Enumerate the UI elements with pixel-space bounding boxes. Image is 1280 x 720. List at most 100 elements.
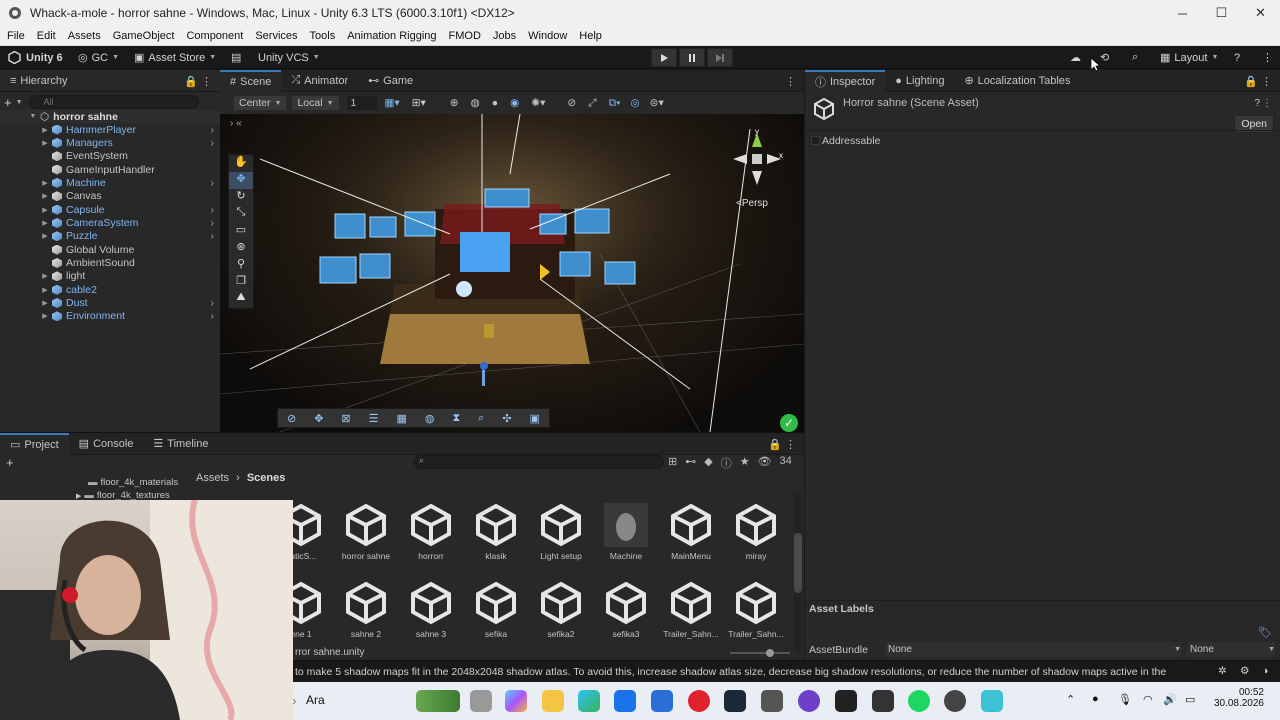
maximize-button[interactable]: ☐ — [1202, 0, 1241, 26]
clock[interactable]: 00:52 30.08.2026 — [1212, 687, 1264, 709]
expand-arrow-icon[interactable]: ▶ — [40, 126, 50, 134]
project-search-input[interactable] — [414, 455, 664, 469]
panel-menu-icon[interactable]: ⋮ — [785, 75, 796, 88]
more-menu-icon[interactable]: ⋮ — [1262, 49, 1273, 66]
hierarchy-item[interactable]: Global Volume — [0, 243, 220, 256]
nav-tool-icon-2[interactable]: ✥ — [314, 412, 323, 425]
tab-console[interactable]: ▤ Console — [69, 433, 144, 455]
menu-edit[interactable]: Edit — [37, 30, 56, 42]
scene-root-row[interactable]: ▼ ⬡ horror sahne — [0, 110, 220, 123]
asset-item[interactable]: sefika — [465, 581, 527, 639]
expand-arrow-icon[interactable]: ▶ — [40, 192, 50, 200]
scene-viewport[interactable]: › « ✋ ✥ ↻ ⤡ ▭ ⊛ ⚲ ❐ ⛰ yx <Persp ⊘ ✥ ⊠ ☰ ▦ ◍ ⧗ ⌕… — [220, 114, 804, 432]
expand-arrow-icon[interactable]: ▶ — [40, 179, 50, 187]
store-icon[interactable] — [614, 690, 636, 712]
grid-visibility-icon[interactable]: ⊞▾ — [412, 97, 426, 109]
asset-store-dropdown[interactable]: ▣ Asset Store ▼ — [134, 49, 216, 66]
notepad-icon[interactable] — [981, 690, 1003, 712]
addressable-checkbox[interactable] — [811, 136, 820, 145]
prefab-open-icon[interactable]: › — [211, 204, 215, 216]
hierarchy-item[interactable]: ▶ Dust › — [0, 297, 220, 310]
menu-help[interactable]: Help — [579, 30, 602, 42]
obs-icon[interactable] — [944, 690, 966, 712]
filter-tag-icon[interactable]: ◆ — [704, 455, 712, 471]
prefab-open-icon[interactable]: › — [211, 217, 215, 229]
icon-size-slider[interactable] — [730, 649, 790, 657]
overlay-toggle[interactable]: › « — [230, 118, 256, 129]
help-icon[interactable]: ? — [1254, 98, 1260, 109]
steam-icon[interactable] — [724, 690, 746, 712]
menu-animation-rigging[interactable]: Animation Rigging — [347, 30, 436, 42]
tab-game[interactable]: ⊷ Game — [358, 70, 423, 92]
pivot-dropdown[interactable]: Center ▼ — [234, 96, 287, 110]
package-icon[interactable]: ▤ — [231, 49, 241, 66]
hierarchy-item[interactable]: ▶ cable2 — [0, 283, 220, 296]
layout-dropdown[interactable]: ▦ Layout ▼ — [1160, 49, 1218, 66]
nav-tool-icon-7[interactable]: ⧗ — [452, 412, 460, 425]
asset-item[interactable]: MainMenu — [660, 503, 722, 561]
github-desktop-icon[interactable] — [798, 690, 820, 712]
prefab-open-icon[interactable]: › — [211, 124, 215, 136]
scrollbar-thumb[interactable] — [794, 533, 802, 593]
asset-item[interactable]: Trailer_Sahn... — [725, 581, 787, 639]
panel-menu-icon[interactable]: ⋮ — [785, 438, 796, 451]
tab-hierarchy[interactable]: ≡ Hierarchy — [0, 70, 78, 92]
move-tool-icon[interactable]: ✥ — [229, 172, 253, 189]
lock-icon[interactable]: 🔒 — [1244, 75, 1258, 88]
settings-icon[interactable]: ⚙ — [1240, 665, 1249, 677]
nav-tool-icon-4[interactable]: ☰ — [369, 412, 379, 425]
spotify-icon[interactable] — [908, 690, 930, 712]
hierarchy-item[interactable]: ▶ Managers › — [0, 136, 220, 149]
create-asset-icon[interactable]: + — [6, 455, 14, 470]
hierarchy-item[interactable]: GameInputHandler — [0, 163, 220, 176]
gc-dropdown[interactable]: ◎ GC ▼ — [78, 49, 119, 66]
visibility-icon[interactable]: ◎ — [631, 97, 640, 109]
asset-item[interactable]: Machine — [595, 503, 657, 561]
menu-fmod[interactable]: FMOD — [449, 30, 481, 42]
component-menu-icon[interactable]: ⋮ — [1262, 98, 1272, 109]
menu-services[interactable]: Services — [255, 30, 297, 42]
hierarchy-item[interactable]: ▶ CameraSystem › — [0, 216, 220, 229]
camera-settings-icon[interactable]: ⊜▾ — [650, 97, 664, 109]
hierarchy-item[interactable]: EventSystem — [0, 150, 220, 163]
asset-bundle-dropdown[interactable]: None ▼ — [885, 642, 1181, 657]
microphone-icon[interactable]: 🎙 — [1118, 693, 1132, 706]
folder-item[interactable]: ▬ floor_4k_materials — [88, 476, 178, 489]
probuilder-tool-icon[interactable]: ❐ — [229, 274, 253, 291]
add-icon[interactable]: + — [4, 95, 12, 110]
expand-arrow-icon[interactable]: ▶ — [40, 206, 50, 214]
nav-tool-icon-8[interactable]: ⌕ — [478, 412, 484, 425]
search-highlight-icon[interactable] — [416, 690, 460, 712]
expand-arrow-icon[interactable]: ▶ — [40, 312, 50, 320]
nav-tool-icon-10[interactable]: ▣ — [530, 412, 540, 425]
tab-inspector[interactable]: ⓘ Inspector — [805, 69, 886, 92]
snap-toggle-icon[interactable]: ▦▾ — [385, 97, 400, 109]
filter-info-icon[interactable]: ⓘ — [721, 455, 732, 471]
rect-tool-icon[interactable]: ▭ — [229, 223, 253, 240]
expand-arrow-icon[interactable]: ▶ — [40, 299, 50, 307]
prefab-open-icon[interactable]: › — [211, 137, 215, 149]
tray-chevron-icon[interactable]: ⌃ — [1066, 693, 1075, 706]
lock-icon[interactable]: 🔒 — [184, 75, 198, 88]
panel-menu-icon[interactable]: ⋮ — [201, 75, 212, 88]
task-view-icon[interactable] — [470, 690, 492, 712]
breadcrumb-assets[interactable]: Assets — [196, 472, 229, 484]
terrain-tool-icon[interactable]: ⛰ — [229, 291, 253, 308]
expand-arrow-icon[interactable]: ▶ — [40, 232, 50, 240]
play-button[interactable] — [651, 48, 677, 67]
menu-gameobject[interactable]: GameObject — [113, 30, 175, 42]
tab-localization-tables[interactable]: ⊕ Localization Tables — [954, 70, 1080, 92]
hierarchy-item[interactable]: ▶ Puzzle › — [0, 230, 220, 243]
mail-icon[interactable] — [651, 690, 673, 712]
taskbar-search-label[interactable]: Ara — [306, 693, 325, 707]
shading-solid-icon[interactable]: ● — [492, 97, 498, 109]
volume-icon[interactable]: 🔊 — [1163, 693, 1177, 706]
asset-item[interactable]: Trailer_Sahn... — [660, 581, 722, 639]
lock-icon[interactable]: 🔒 — [768, 438, 782, 451]
panel-menu-icon[interactable]: ⋮ — [1261, 75, 1272, 88]
unity-hub-icon[interactable] — [761, 690, 783, 712]
filter-type-icon[interactable]: ⊞ — [668, 455, 677, 471]
transform-tool-icon[interactable]: ⊛ — [229, 240, 253, 257]
project-scrollbar[interactable] — [794, 493, 802, 653]
asset-item[interactable]: Light setup — [530, 503, 592, 561]
